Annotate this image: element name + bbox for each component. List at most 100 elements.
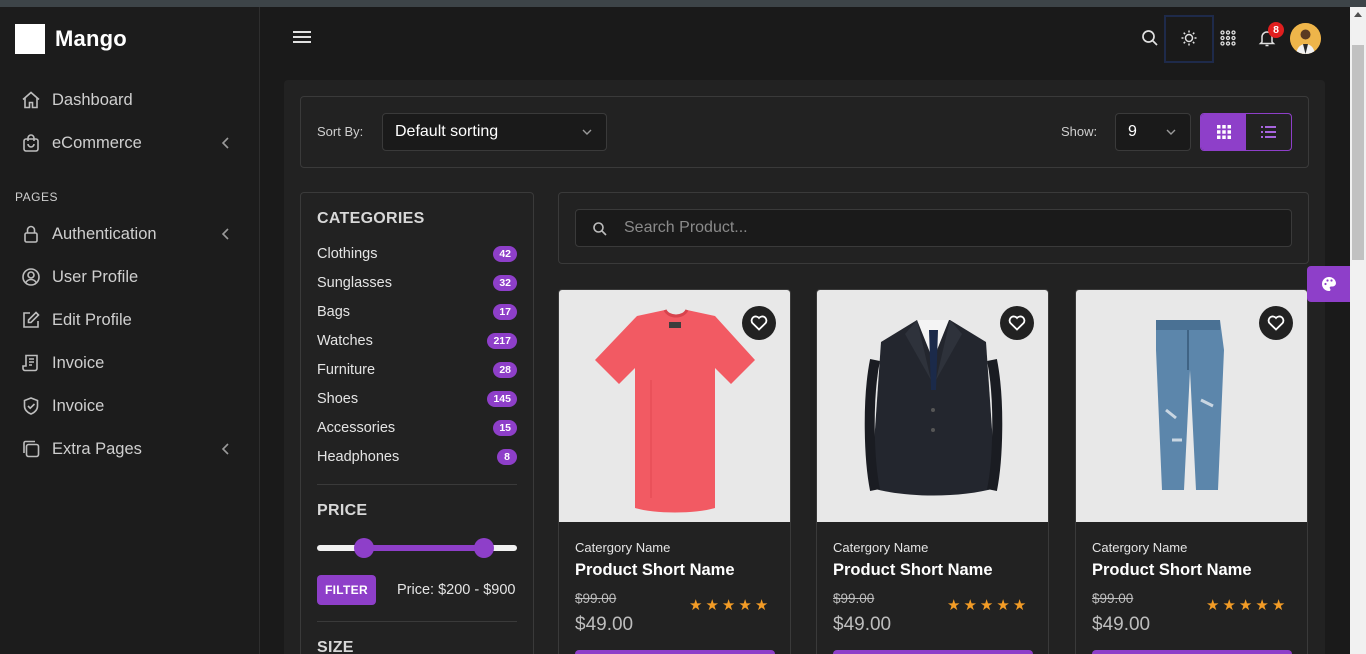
star-icon: ★ [738,597,755,614]
brand-logo [15,24,45,54]
product-card[interactable]: Catergory Name Product Short Name $99.00… [558,289,791,654]
apps-grid-icon[interactable] [1217,27,1239,49]
category-name: Sunglasses [317,275,392,291]
product-image-blue-jeans[interactable] [1076,290,1307,522]
category-item-sunglasses[interactable]: Sunglasses 32 [317,273,517,293]
category-name: Accessories [317,420,396,436]
product-name[interactable]: Product Short Name [575,561,735,580]
shopping-bag-icon [20,132,42,154]
sidebar-item-label: eCommerce [52,133,142,152]
shop-toolbar: Sort By: Default sorting Show: 9 [300,96,1309,168]
theme-customizer-button[interactable] [1307,266,1350,302]
sort-label: Sort By: [317,124,364,139]
heart-icon [1008,315,1026,331]
star-icon: ★ [689,597,706,614]
category-count-badge: 8 [497,449,517,465]
copy-icon [20,438,42,460]
product-price: $49.00 [575,614,634,635]
product-category: Catergory Name [575,540,671,555]
sidebar-item-invoice[interactable]: Invoice [20,348,240,378]
list-icon [1261,126,1276,138]
sidebar-item-label: User Profile [52,267,139,286]
brand[interactable]: Mango [15,24,127,54]
divider [317,484,517,485]
product-old-price: $99.00 [833,591,875,606]
avatar[interactable] [1290,23,1321,54]
sun-icon [1178,27,1200,49]
product-card[interactable]: Catergory Name Product Short Name $99.00… [1075,289,1308,654]
page-scrollbar[interactable] [1350,7,1366,654]
sidebar-item-user-profile[interactable]: User Profile [20,262,240,292]
sidebar-item-label: Invoice [52,353,105,372]
star-icon: ★ [1255,597,1272,614]
product-name[interactable]: Product Short Name [1092,561,1252,580]
list-view-button[interactable] [1246,114,1291,150]
chevron-down-icon [1166,129,1176,135]
category-item-clothings[interactable]: Clothings 42 [317,244,517,264]
wishlist-button[interactable] [742,306,776,340]
heart-icon [750,315,768,331]
chevron-down-icon [582,129,592,135]
sidebar-item-extra-pages[interactable]: Extra Pages [20,434,240,464]
hamburger-menu-icon[interactable] [293,30,311,44]
category-item-shoes[interactable]: Shoes 145 [317,389,517,409]
star-icon: ★ [754,597,772,614]
window-top-bar [0,0,1366,7]
category-item-furniture[interactable]: Furniture 28 [317,360,517,380]
category-count-badge: 145 [487,391,517,407]
sidebar: Mango Dashboard eCommerce PAGES Authenti… [0,7,260,654]
category-count-badge: 217 [487,333,517,349]
sort-select-value: Default sorting [395,123,499,140]
product-category: Catergory Name [1092,540,1188,555]
sidebar-item-authentication[interactable]: Authentication [20,219,240,249]
category-name: Clothings [317,246,378,262]
scroll-thumb[interactable] [1352,45,1364,260]
category-item-accessories[interactable]: Accessories 15 [317,418,517,438]
sidebar-item-edit-profile[interactable]: Edit Profile [20,305,240,335]
sidebar-item-ecommerce[interactable]: eCommerce [20,128,240,158]
product-old-price: $99.00 [575,591,617,606]
product-card[interactable]: Catergory Name Product Short Name $99.00… [816,289,1049,654]
receipt-icon [20,352,42,374]
category-name: Bags [317,304,351,320]
filter-button[interactable]: FILTER [317,575,376,605]
product-image-black-suit[interactable] [817,290,1048,522]
wishlist-button[interactable] [1000,306,1034,340]
star-icon: ★ [705,597,722,614]
star-icon: ★ [1271,597,1289,614]
category-item-headphones[interactable]: Headphones 8 [317,447,517,467]
sidebar-item-label: Extra Pages [52,439,142,458]
show-count-select[interactable]: 9 [1115,113,1191,151]
product-category: Catergory Name [833,540,929,555]
product-price: $49.00 [833,614,892,635]
theme-toggle-button[interactable] [1164,15,1214,63]
star-icon: ★ [979,597,997,614]
price-range-text: Price: $200 - $900 [397,582,516,598]
category-item-watches[interactable]: Watches 217 [317,331,517,351]
sidebar-item-label: Dashboard [52,90,133,109]
price-slider-max-handle[interactable] [474,538,494,558]
size-title: SIZE [317,639,354,654]
category-item-bags[interactable]: Bags 17 [317,302,517,322]
search-icon [593,222,607,236]
sidebar-item-dashboard[interactable]: Dashboard [20,85,240,115]
product-name[interactable]: Product Short Name [833,561,993,580]
price-title: PRICE [317,502,368,519]
wishlist-button[interactable] [1259,306,1293,340]
notification-badge: 8 [1268,22,1284,38]
add-to-cart-button[interactable] [1092,650,1292,654]
sidebar-item-invoice-2[interactable]: Invoice [20,391,240,421]
sort-select[interactable]: Default sorting [382,113,607,151]
price-slider-min-handle[interactable] [354,538,374,558]
add-to-cart-button[interactable] [833,650,1033,654]
add-to-cart-button[interactable] [575,650,775,654]
product-image-red-tshirt[interactable] [559,290,790,522]
grid-view-button[interactable] [1201,114,1246,150]
scroll-up-arrow-icon[interactable] [1354,12,1362,17]
sidebar-item-label: Edit Profile [52,310,132,329]
category-name: Furniture [317,362,376,378]
search-icon[interactable] [1139,27,1161,49]
search-input[interactable] [624,210,1274,246]
price-slider-range [364,545,484,551]
chevron-left-icon [221,228,229,240]
